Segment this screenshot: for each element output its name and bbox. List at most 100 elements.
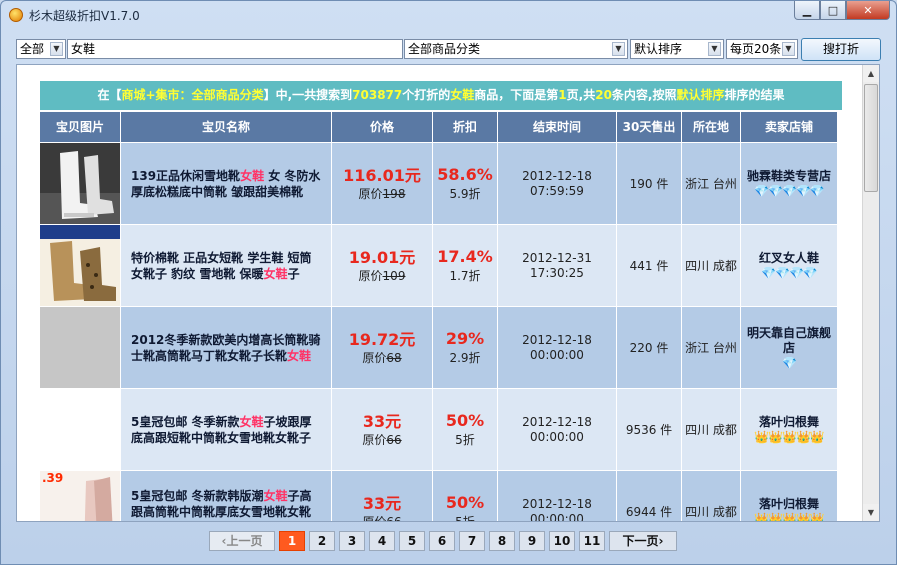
product-name-keyword: 女鞋 [240,168,265,183]
prev-page-button[interactable]: ‹上一页 [209,531,275,551]
page-button-3[interactable]: 3 [339,531,365,551]
page-button-6[interactable]: 6 [429,531,455,551]
discount-zhe: 5.9折 [449,187,481,201]
end-date: 2012-12-31 [522,250,592,265]
header-name: 宝贝名称 [121,112,331,142]
discount-percent: 29% [445,329,485,348]
page-button-11[interactable]: 11 [579,531,605,551]
table-row[interactable]: 5皇冠包邮 冬季新款女鞋子坡跟厚底高跟短靴中筒靴女雪地靴女靴子 33元 原价66… [40,389,842,470]
table-row[interactable]: 特价棉靴 正品女短靴 学生鞋 短筒女靴子 豹纹 雪地靴 保暖女鞋子 19.01元… [40,225,842,306]
original-price: 原价109 [359,268,406,284]
chevron-down-icon: ▼ [612,42,625,56]
scrollbar-thumb[interactable] [864,84,878,192]
search-button[interactable]: 搜打折 [801,38,881,61]
product-image[interactable] [40,225,120,306]
close-button[interactable]: ✕ [846,1,890,20]
location: 四川 成都 [682,471,740,521]
shop-cell[interactable]: 明天靠自己旗舰店 💎 [741,307,837,388]
banner-text: 个打折的 [402,88,451,102]
page-button-5[interactable]: 5 [399,531,425,551]
shop-cell[interactable]: 落叶归根舞 👑👑👑👑👑 [741,389,837,470]
crown-rating-icon: 👑👑👑👑👑 [754,512,825,522]
end-time: 17:30:25 [530,265,584,280]
product-name-text: 5皇冠包邮 冬新款韩版潮 [131,488,264,503]
product-image[interactable] [40,389,120,470]
current-price: 33元 [362,411,402,431]
per-page-select[interactable]: 每页20条 ▼ [726,39,798,59]
sort-select[interactable]: 默认排序 ▼ [630,39,724,59]
shop-name[interactable]: 明天靠自己旗舰店 [744,326,834,356]
header-sold: 30天售出 [617,112,681,142]
banner-text: 商品，下面是第 [474,88,559,102]
sold-count: 220 件 [617,307,681,388]
minimize-button[interactable]: ▁ [794,1,820,20]
product-name[interactable]: 5皇冠包邮 冬新款韩版潮女鞋子高跟高筒靴中筒靴厚底女雪地靴女靴子 [121,471,331,521]
maximize-button[interactable]: □ [820,1,846,20]
price-cell: 116.01元 原价198 [332,143,432,224]
page-button-7[interactable]: 7 [459,531,485,551]
discount-cell: 17.4% 1.7折 [433,225,497,306]
original-price: 原价68 [362,350,401,366]
product-name[interactable]: 139正品休闲雪地靴女鞋 女 冬防水厚底松糕底中筒靴 皱跟甜美棉靴 [121,143,331,224]
discount-cell: 50% 5折 [433,389,497,470]
end-time-cell: 2012-12-18 00:00:00 [498,471,616,521]
product-name[interactable]: 5皇冠包邮 冬季新款女鞋子坡跟厚底高跟短靴中筒靴女雪地靴女靴子 [121,389,331,470]
location: 浙江 台州 [682,307,740,388]
shop-cell[interactable]: 落叶归根舞 👑👑👑👑👑 [741,471,837,522]
page-button-9[interactable]: 9 [519,531,545,551]
chevron-down-icon: ▼ [708,42,721,56]
original-price-value: 66 [386,432,402,447]
header-location: 所在地 [682,112,740,142]
location: 四川 成都 [682,225,740,306]
price-cell: 19.72元 原价68 [332,307,432,388]
discount-cell: 58.6% 5.9折 [433,143,497,224]
product-image[interactable] [40,143,120,224]
shop-name[interactable]: 落叶归根舞 [759,415,819,430]
page-button-8[interactable]: 8 [489,531,515,551]
page-button-10[interactable]: 10 [549,531,575,551]
discount-zhe: 5折 [455,515,475,522]
scope-select[interactable]: 全部 ▼ [16,39,66,59]
product-image[interactable]: .39 [40,471,120,521]
shop-cell[interactable]: 红叉女人鞋 💎💎💎💎 [741,225,837,306]
original-price-value: 68 [386,350,402,365]
table-row[interactable]: 139正品休闲雪地靴女鞋 女 冬防水厚底松糕底中筒靴 皱跟甜美棉靴 116.01… [40,143,842,224]
original-price-label: 原价 [358,186,383,201]
table-row[interactable]: 2012冬季新款欧美内增高长筒靴骑士靴高筒靴马丁靴女靴子长靴女鞋 19.72元 … [40,307,842,388]
price-cell: 19.01元 原价109 [332,225,432,306]
diamond-rating-icon: 💎 [782,355,797,370]
table-row[interactable]: .39 5皇冠包邮 冬新款韩版潮女鞋子高跟高筒靴中筒靴厚底女雪地靴女靴子 33元… [40,471,842,522]
product-name[interactable]: 特价棉靴 正品女短靴 学生鞋 短筒女靴子 豹纹 雪地靴 保暖女鞋子 [121,225,331,306]
pagination: ‹上一页 1 2 3 4 5 6 7 8 9 10 11 下一页› [209,531,681,551]
shop-name[interactable]: 落叶归根舞 [759,497,819,512]
image-price-label: .39 [42,471,64,485]
scope-select-value: 全部 [20,42,45,56]
next-page-button[interactable]: 下一页› [609,531,677,551]
page-button-2[interactable]: 2 [309,531,335,551]
sort-select-value: 默认排序 [634,42,683,56]
shop-name[interactable]: 红叉女人鞋 [759,251,819,266]
banner-text: 排序的结果 [724,88,785,102]
page-button-1[interactable]: 1 [279,531,305,551]
keyword-input[interactable]: 女鞋 [67,39,403,59]
end-time-cell: 2012-12-18 00:00:00 [498,307,616,388]
product-name[interactable]: 2012冬季新款欧美内增高长筒靴骑士靴高筒靴马丁靴女靴子长靴女鞋 [121,307,331,388]
category-select[interactable]: 全部商品分类 ▼ [404,39,628,59]
end-date: 2012-12-18 [522,168,592,183]
banner-source: 商城+集市 [121,88,180,102]
product-name-text: 子 [287,266,300,281]
vertical-scrollbar[interactable]: ▲ ▼ [862,65,879,521]
shop-cell[interactable]: 驰霖鞋类专营店 💎💎💎💎💎 [741,143,837,224]
end-time-cell: 2012-12-18 07:59:59 [498,143,616,224]
scroll-down-icon[interactable]: ▼ [863,504,879,521]
header-discount: 折扣 [433,112,497,142]
product-image[interactable] [40,307,120,388]
shop-name[interactable]: 驰霖鞋类专营店 [747,169,831,184]
original-price: 原价66 [362,514,401,522]
app-logo-icon [9,8,23,22]
scroll-up-icon[interactable]: ▲ [863,65,879,82]
diamond-rating-icon: 💎💎💎💎 [761,266,818,280]
end-time-cell: 2012-12-18 00:00:00 [498,389,616,470]
search-toolbar: 全部 ▼ 女鞋 全部商品分类 ▼ 默认排序 ▼ 每页20条 ▼ 搜打折 [16,38,882,61]
page-button-4[interactable]: 4 [369,531,395,551]
